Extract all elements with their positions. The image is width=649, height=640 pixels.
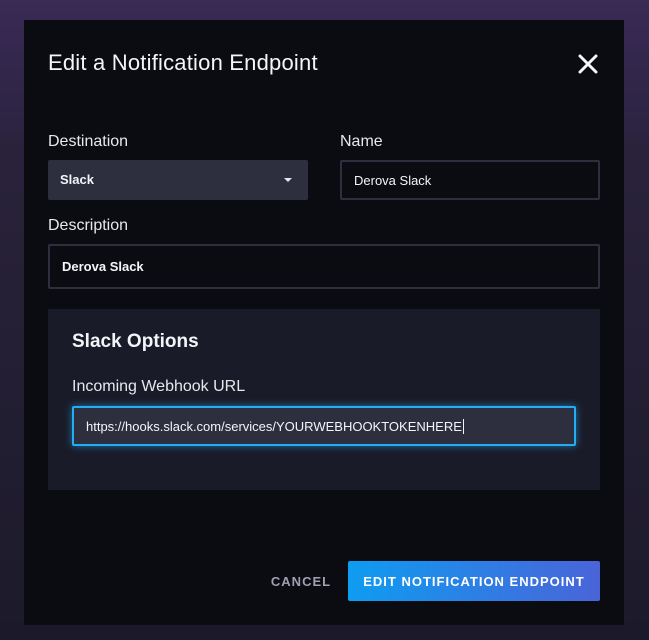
close-icon — [576, 52, 600, 76]
slack-options-panel: Slack Options Incoming Webhook URL https… — [48, 309, 600, 490]
edit-notification-endpoint-dialog: Edit a Notification Endpoint Destination… — [24, 20, 624, 625]
dialog-title: Edit a Notification Endpoint — [48, 50, 318, 75]
text-cursor — [462, 418, 464, 434]
description-input-value: Derova Slack — [62, 259, 144, 274]
description-label: Description — [48, 217, 129, 234]
edit-notification-endpoint-button[interactable]: EDIT NOTIFICATION ENDPOINT — [348, 561, 600, 601]
description-input[interactable]: Derova Slack — [48, 244, 600, 289]
close-button[interactable] — [576, 52, 600, 76]
cancel-button[interactable]: CANCEL — [264, 561, 338, 601]
destination-dropdown[interactable]: Slack — [48, 160, 308, 200]
name-input-value: Derova Slack — [354, 172, 432, 188]
webhook-url-input[interactable]: https://hooks.slack.com/services/YOURWEB… — [72, 406, 576, 446]
destination-label: Destination — [48, 133, 129, 150]
slack-options-title: Slack Options — [72, 331, 199, 352]
name-label: Name — [340, 133, 383, 150]
webhook-url-value: https://hooks.slack.com/services/YOURWEB… — [86, 418, 462, 434]
webhook-url-label: Incoming Webhook URL — [72, 378, 246, 395]
destination-selected-value: Slack — [60, 172, 94, 187]
caret-down-icon — [284, 178, 292, 182]
name-input[interactable]: Derova Slack — [340, 160, 600, 200]
